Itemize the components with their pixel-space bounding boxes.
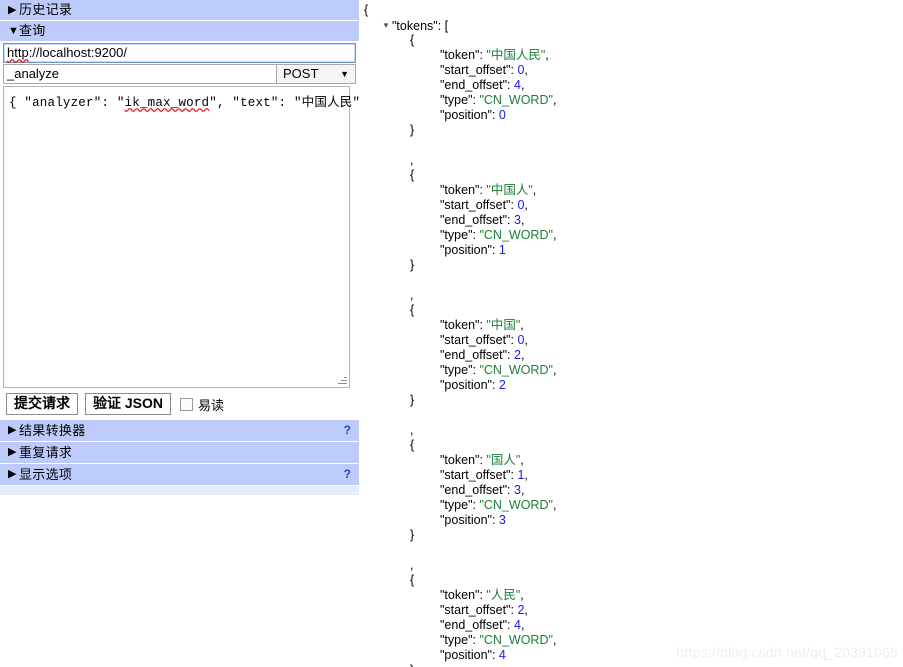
chevron-right-icon: ▶ — [8, 4, 17, 16]
url-scheme-text: http — [7, 45, 29, 60]
json-field-position: "position": 3 — [440, 513, 506, 527]
pretty-print-checkbox-wrap: 易读 — [180, 395, 224, 414]
json-field-end-offset: "end_offset": 3, — [440, 483, 525, 497]
json-object-close: } — [410, 258, 415, 272]
section-header-query[interactable]: ▼查询 — [0, 21, 359, 42]
json-object-close: } — [362, 663, 903, 667]
json-separator-comma: , — [410, 558, 414, 572]
json-field-position: "position": 0 — [440, 108, 506, 122]
submit-request-button[interactable]: 提交请求 — [6, 393, 78, 415]
section-label-display-options: 显示选项 — [19, 467, 73, 482]
json-field-type: "type": "CN_WORD", — [440, 363, 557, 377]
json-field-token: "token": "国人", — [440, 453, 524, 467]
json-field-type: "type": "CN_WORD", — [440, 228, 557, 242]
json-object-close: } — [410, 123, 415, 137]
json-field-type: "type": "CN_WORD", — [440, 93, 557, 107]
section-header-repeat-request[interactable]: ▶ 重复请求 — [0, 442, 359, 464]
section-label-query: 查询 — [19, 23, 46, 38]
json-separator-comma: , — [410, 153, 414, 167]
json-object-open: { — [410, 303, 415, 317]
json-field-position: "position": 1 — [440, 243, 506, 257]
json-field-end-offset: "end_offset": 2, — [440, 348, 525, 362]
json-lines: {▼ "tokens": [{"token": "中国人民", "start_off… — [362, 3, 903, 667]
json-field-end-offset: "end_offset": 4, — [440, 78, 525, 92]
section-header-result-converter[interactable]: ▶ 结果转换器 ? — [0, 420, 359, 442]
json-field-end-offset: "end_offset": 4, — [440, 618, 525, 632]
json-object-open: { — [410, 33, 415, 47]
json-field-start-offset: "start_offset": 2, — [440, 603, 528, 617]
section-header-display-options[interactable]: ▶ 显示选项 ? — [0, 464, 359, 486]
url-input[interactable]: http://localhost:9200/ — [3, 43, 356, 63]
path-input[interactable]: _analyze — [3, 64, 276, 84]
json-object-open: { — [410, 438, 415, 452]
json-field-token: "token": "中国", — [440, 318, 524, 332]
json-blank-line — [362, 273, 903, 288]
body-analyzer-value: ik_max_word — [124, 96, 210, 110]
url-rest-text: ://localhost:9200/ — [28, 45, 127, 60]
help-icon[interactable]: ? — [344, 420, 351, 441]
method-select-value: POST — [283, 66, 319, 81]
section-label-result-converter: 结果转换器 — [19, 423, 86, 438]
section-label-repeat-request: 重复请求 — [19, 445, 73, 460]
json-object-close: } — [410, 393, 415, 407]
json-object-close: } — [410, 528, 415, 542]
pretty-print-checkbox[interactable] — [180, 397, 194, 411]
json-field-token: "token": "中国人", — [440, 183, 537, 197]
json-response-viewer: {▼ "tokens": [{"token": "中国人民", "start_off… — [362, 0, 903, 667]
pretty-print-label[interactable]: 易读 — [198, 395, 224, 414]
body-prefix: { "analyzer": " — [9, 96, 125, 110]
body-suffix: ", "text": "中国人民" } — [209, 96, 376, 110]
json-separator-comma: , — [410, 423, 414, 437]
json-field-position: "position": 2 — [440, 378, 506, 392]
chevron-right-icon: ▶ — [8, 424, 17, 436]
request-body-textarea[interactable]: { "analyzer": "ik_max_word", "text": "中国… — [3, 86, 375, 388]
query-form: http://localhost:9200/ _analyze POST ▼ { … — [0, 42, 375, 420]
request-body-wrap: { "analyzer": "ik_max_word", "text": "中国… — [0, 85, 375, 388]
chevron-right-icon: ▶ — [8, 446, 17, 458]
section-label-history: 历史记录 — [19, 2, 73, 17]
path-row: _analyze POST ▼ — [0, 63, 359, 85]
json-object-open: { — [410, 573, 415, 587]
restclient-left-panel: ▶ 历史记录 ▼查询 http://localhost:9200/ _analyz… — [0, 0, 375, 495]
json-field-start-offset: "start_offset": 0, — [440, 333, 528, 347]
json-collapse-toggle[interactable]: ▼ — [382, 18, 392, 33]
json-tokens-key-line: ▼ "tokens": [ — [382, 18, 449, 33]
url-row: http://localhost:9200/ — [0, 42, 359, 63]
json-field-token: "token": "中国人民", — [440, 48, 549, 62]
action-button-row: 提交请求 验证 JSON 易读 — [0, 388, 359, 420]
json-blank-line — [362, 543, 903, 558]
watermark: https://blog.csdn.net/qq_20391065 — [676, 644, 898, 660]
chevron-right-icon: ▶ — [8, 468, 17, 480]
json-blank-line — [362, 408, 903, 423]
section-header-history[interactable]: ▶ 历史记录 — [0, 0, 359, 21]
json-field-start-offset: "start_offset": 0, — [440, 63, 528, 77]
json-field-type: "type": "CN_WORD", — [440, 498, 557, 512]
json-object-open: { — [410, 168, 415, 182]
method-select[interactable]: POST ▼ — [276, 64, 356, 84]
json-field-start-offset: "start_offset": 0, — [440, 198, 528, 212]
json-separator-comma: , — [410, 288, 414, 302]
chevron-down-icon: ▼ — [8, 25, 19, 37]
json-field-start-offset: "start_offset": 1, — [440, 468, 528, 482]
collapsed-sections: ▶ 结果转换器 ? ▶ 重复请求 ▶ 显示选项 ? — [0, 420, 359, 486]
json-field-end-offset: "end_offset": 3, — [440, 213, 525, 227]
validate-json-button[interactable]: 验证 JSON — [85, 393, 172, 415]
help-icon[interactable]: ? — [344, 464, 351, 485]
json-blank-line — [362, 138, 903, 153]
request-body-text: { "analyzer": "ik_max_word", "text": "中国… — [9, 91, 376, 110]
textarea-resize-handle[interactable] — [336, 374, 348, 386]
chevron-down-icon: ▼ — [340, 69, 349, 79]
panel-footer-strip — [0, 486, 359, 495]
json-root-open: { — [364, 3, 369, 17]
json-field-token: "token": "人民", — [440, 588, 524, 602]
